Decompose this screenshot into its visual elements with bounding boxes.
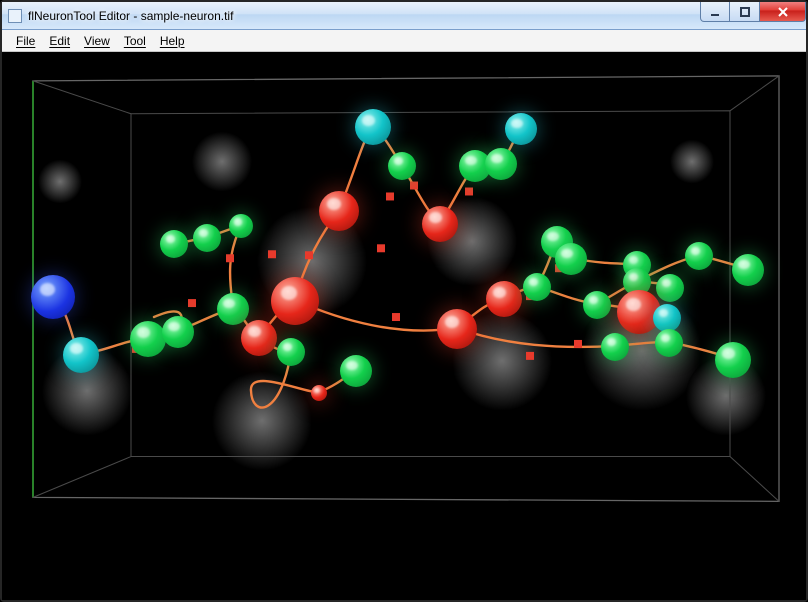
bounding-box: [2, 52, 806, 600]
neuron-node[interactable]: [277, 338, 305, 366]
background-glow: [2, 52, 806, 600]
neuron-node[interactable]: [229, 214, 253, 238]
menu-view[interactable]: View: [78, 32, 116, 50]
app-icon: [8, 9, 22, 23]
menu-help[interactable]: Help: [154, 32, 191, 50]
caption-buttons: [700, 2, 806, 22]
neuron-node[interactable]: [271, 277, 319, 325]
neuron-node[interactable]: [160, 230, 188, 258]
neuron-branches: [2, 52, 806, 600]
neuron-node[interactable]: [623, 251, 651, 279]
neuron-node[interactable]: [319, 191, 359, 231]
neuron-node[interactable]: [459, 150, 491, 182]
menu-edit[interactable]: Edit: [43, 32, 76, 50]
neuron-node[interactable]: [617, 290, 661, 334]
neuron-node[interactable]: [715, 342, 751, 378]
neuron-node[interactable]: [601, 333, 629, 361]
neuron-node[interactable]: [623, 268, 651, 296]
neuron-node[interactable]: [486, 281, 522, 317]
neuron-node[interactable]: [355, 109, 391, 145]
neuron-node[interactable]: [485, 148, 517, 180]
menubar: File Edit View Tool Help: [2, 30, 806, 52]
neuron-nodes: [2, 52, 806, 600]
neuron-node[interactable]: [555, 243, 587, 275]
viewport-3d[interactable]: [2, 52, 806, 600]
close-icon: [776, 5, 790, 19]
neuron-node[interactable]: [340, 355, 372, 387]
maximize-icon: [739, 6, 751, 18]
menu-tool[interactable]: Tool: [118, 32, 152, 50]
neuron-node[interactable]: [685, 242, 713, 270]
minimize-icon: [709, 6, 721, 18]
neuron-node[interactable]: [217, 293, 249, 325]
neuron-node[interactable]: [653, 304, 681, 332]
neuron-node[interactable]: [311, 385, 327, 401]
close-button[interactable]: [760, 2, 806, 22]
neuron-node[interactable]: [523, 273, 551, 301]
minimize-button[interactable]: [700, 2, 730, 22]
neuron-node[interactable]: [655, 329, 683, 357]
application-window: flNeuronTool Editor - sample-neuron.tif …: [0, 0, 808, 602]
neuron-node[interactable]: [437, 309, 477, 349]
neuron-node[interactable]: [656, 274, 684, 302]
neuron-node[interactable]: [422, 206, 458, 242]
neuron-node[interactable]: [193, 224, 221, 252]
neuron-node[interactable]: [541, 226, 573, 258]
neuron-node[interactable]: [63, 337, 99, 373]
neuron-node[interactable]: [388, 152, 416, 180]
window-title: flNeuronTool Editor - sample-neuron.tif: [28, 9, 233, 23]
menu-file[interactable]: File: [10, 32, 41, 50]
titlebar[interactable]: flNeuronTool Editor - sample-neuron.tif: [2, 2, 806, 30]
neuron-node[interactable]: [31, 275, 75, 319]
neuron-node[interactable]: [241, 320, 277, 356]
neuron-node[interactable]: [583, 291, 611, 319]
neuron-node[interactable]: [162, 316, 194, 348]
neuron-node[interactable]: [505, 113, 537, 145]
neuron-node[interactable]: [130, 321, 166, 357]
neuron-node[interactable]: [732, 254, 764, 286]
maximize-button[interactable]: [730, 2, 760, 22]
